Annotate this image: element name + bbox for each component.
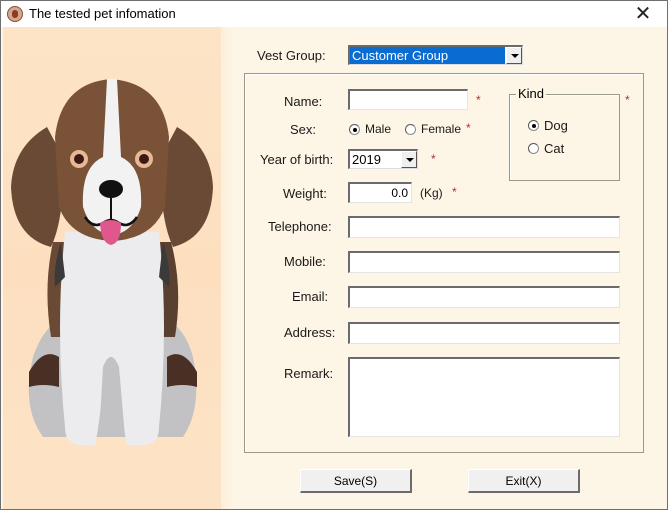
weight-label: Weight: <box>283 186 327 201</box>
weight-input[interactable] <box>348 182 412 203</box>
radio-unchecked-icon[interactable] <box>405 123 416 135</box>
weight-required-mark: * <box>452 185 457 199</box>
mobile-label: Mobile: <box>284 254 326 269</box>
year-of-birth-label: Year of birth: <box>260 152 334 167</box>
address-input[interactable] <box>348 322 620 344</box>
dog-icon <box>11 79 213 445</box>
sex-male-label: Male <box>365 122 392 136</box>
window-title: The tested pet infomation <box>29 6 176 21</box>
vest-group-select[interactable]: Customer Group <box>348 45 523 65</box>
kind-legend: Kind <box>516 86 547 101</box>
sex-female-radio[interactable]: Female <box>405 122 461 136</box>
email-label: Email: <box>292 289 329 304</box>
telephone-input[interactable] <box>348 216 620 238</box>
name-label: Name: <box>284 94 323 109</box>
dog-face-icon <box>7 6 23 22</box>
kind-dog-radio[interactable]: Dog <box>528 118 568 133</box>
pet-info-window: The tested pet infomation ✕ Vest Group: … <box>0 0 668 510</box>
name-required-mark: * <box>476 93 481 107</box>
weight-unit: (Kg) <box>420 186 443 200</box>
sex-female-label: Female <box>421 122 462 136</box>
client-area: Vest Group: Customer Group Name: * Sex: … <box>1 27 667 509</box>
radio-checked-icon[interactable] <box>528 120 539 131</box>
kind-cat-radio[interactable]: Cat <box>528 141 564 156</box>
chevron-down-icon[interactable] <box>401 151 417 168</box>
vest-group-label: Vest Group: <box>257 48 326 63</box>
address-label: Address: <box>284 325 336 340</box>
title-bar: The tested pet infomation ✕ <box>1 1 667 27</box>
name-input[interactable] <box>348 89 468 110</box>
dog-illustration <box>3 27 221 509</box>
image-fade <box>221 27 235 509</box>
chevron-down-icon[interactable] <box>506 47 522 64</box>
close-button[interactable]: ✕ <box>631 3 655 25</box>
year-of-birth-select[interactable]: 2019 <box>348 149 418 169</box>
vest-group-value: Customer Group <box>350 47 505 64</box>
sex-required-mark: * <box>466 121 471 135</box>
mobile-input[interactable] <box>348 251 620 273</box>
kind-cat-label: Cat <box>544 141 565 156</box>
save-button[interactable]: Save(S) <box>300 469 412 493</box>
sex-male-radio[interactable]: Male <box>349 122 391 136</box>
radio-checked-icon[interactable] <box>349 123 360 135</box>
telephone-label: Telephone: <box>268 219 332 234</box>
radio-unchecked-icon[interactable] <box>528 143 539 154</box>
remark-label: Remark: <box>284 366 334 381</box>
kind-groupbox: Kind <box>509 86 620 181</box>
kind-dog-label: Dog <box>544 118 568 133</box>
year-required-mark: * <box>431 152 436 166</box>
email-input[interactable] <box>348 286 620 308</box>
kind-required-mark: * <box>625 93 630 107</box>
sex-label: Sex: <box>290 122 317 137</box>
remark-textarea[interactable] <box>348 357 620 437</box>
year-of-birth-value: 2019 <box>352 152 381 167</box>
exit-button[interactable]: Exit(X) <box>468 469 580 493</box>
